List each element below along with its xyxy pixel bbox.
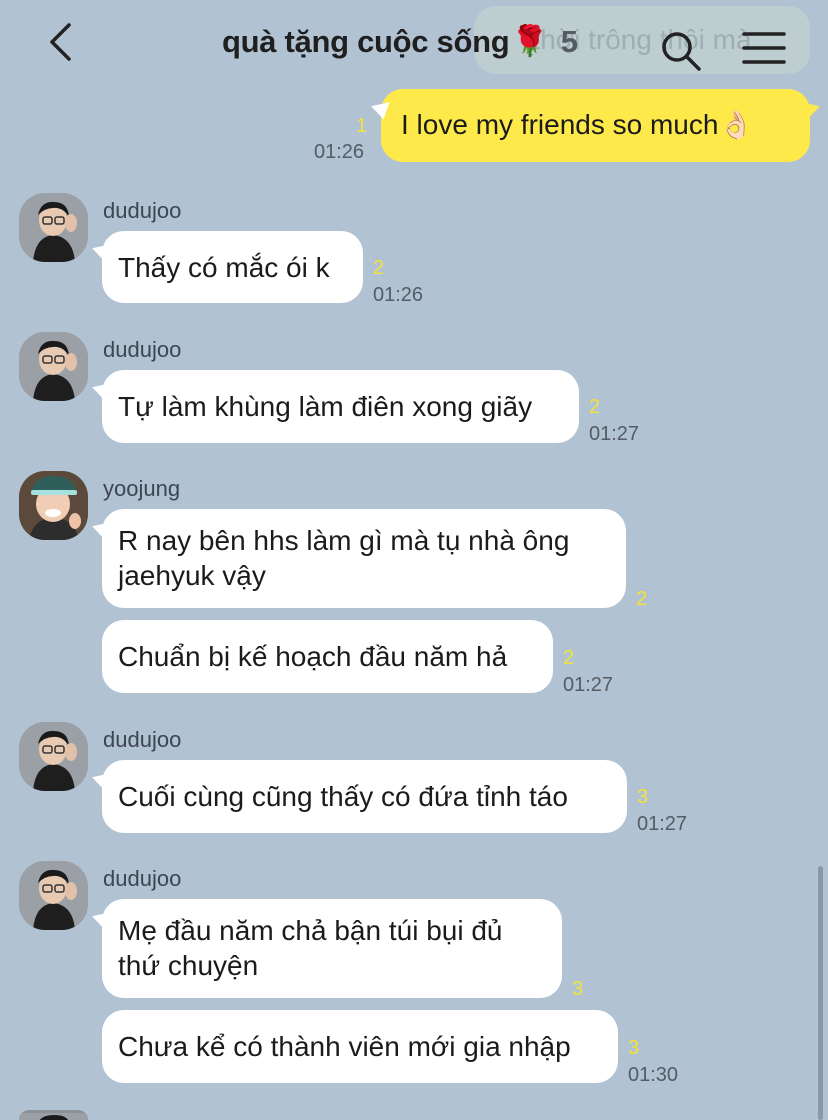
unread-count: 2	[563, 647, 575, 669]
avatar-dudujoo-icon	[19, 861, 88, 930]
avatar-dudujoo-icon	[19, 722, 88, 791]
message-text: R nay bên hhs làm gì mà tụ nhà ông jaehy…	[118, 525, 570, 591]
sender-name: dudujoo	[103, 727, 182, 752]
message-time: 01:26	[373, 284, 424, 306]
unread-count: 2	[636, 588, 648, 610]
message-text: Mẹ đầu năm chả bận túi bụi đủ thứ chuyện	[118, 915, 503, 981]
incoming-message-bubble[interactable]: Mẹ đầu năm chả bận túi bụi đủ thứ chuyện	[102, 899, 562, 998]
incoming-message-bubble[interactable]: R nay bên hhs làm gì mà tụ nhà ông jaehy…	[102, 509, 626, 608]
avatar[interactable]	[19, 861, 88, 930]
message-time: 01:27	[637, 813, 688, 835]
avatar-dudujoo-icon	[19, 193, 88, 262]
message-time: 01:27	[589, 423, 640, 445]
avatar[interactable]	[19, 193, 88, 262]
unread-count: 3	[637, 786, 649, 808]
message-text: Tự làm khùng làm điên xong giãy	[118, 391, 533, 422]
message-text: Chuẩn bị kế hoạch đầu năm hả	[118, 641, 508, 672]
message-text: Chưa kể có thành viên mới gia nhập	[118, 1031, 571, 1062]
sender-name: dudujoo	[103, 866, 182, 891]
incoming-message-bubble[interactable]: Thấy có mắc ói k	[102, 231, 363, 303]
message-time: 01:27	[563, 674, 614, 696]
avatar[interactable]	[19, 471, 88, 540]
avatar-dudujoo-icon	[19, 1113, 88, 1120]
incoming-message-bubble[interactable]: Chuẩn bị kế hoạch đầu năm hả	[102, 620, 553, 693]
avatar[interactable]	[19, 722, 88, 791]
message-list[interactable]: 1 01:26 I love my friends so much👌🏻 dudu…	[0, 0, 828, 1120]
avatar-dudujoo-icon	[19, 332, 88, 401]
outgoing-message-bubble[interactable]: I love my friends so much👌🏻	[381, 89, 810, 162]
sender-name: yoojung	[103, 476, 181, 501]
unread-count: 3	[572, 978, 584, 1000]
unread-count: 1	[356, 115, 368, 137]
unread-count: 2	[373, 257, 385, 279]
incoming-message-bubble[interactable]: Cuối cùng cũng thấy có đứa tỉnh táo	[102, 760, 627, 833]
message-time: 01:30	[628, 1064, 679, 1086]
avatar-yoojung-icon	[19, 471, 88, 540]
message-text: Cuối cùng cũng thấy có đứa tỉnh táo	[118, 781, 568, 812]
incoming-message-bubble[interactable]: Tự làm khùng làm điên xong giãy	[102, 370, 579, 443]
avatar[interactable]	[19, 1110, 88, 1120]
unread-count: 2	[589, 396, 601, 418]
incoming-message-bubble[interactable]: Chưa kể có thành viên mới gia nhập	[102, 1010, 618, 1083]
scrollbar[interactable]	[818, 866, 823, 1120]
sender-name: dudujoo	[103, 337, 182, 362]
sender-name: dudujoo	[103, 198, 182, 223]
message-time: 01:26	[314, 141, 365, 163]
message-text: Thấy có mắc ói k	[118, 252, 330, 283]
avatar[interactable]	[19, 332, 88, 401]
unread-count: 3	[628, 1037, 640, 1059]
message-text: I love my friends so much👌🏻	[401, 109, 754, 140]
